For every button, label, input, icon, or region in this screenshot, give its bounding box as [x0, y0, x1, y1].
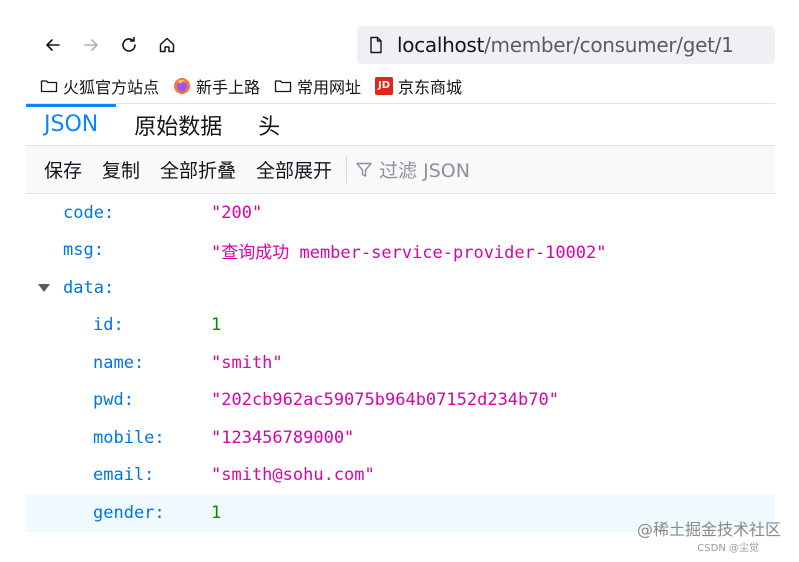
json-toolbar: 保存 复制 全部折叠 全部展开 过滤 JSON: [26, 146, 775, 194]
json-key: pwd:: [93, 390, 134, 411]
url-host: localhost: [397, 33, 485, 57]
json-key: mobile:: [93, 427, 165, 448]
json-key: gender:: [93, 502, 165, 523]
json-row-code[interactable]: code: "200": [26, 194, 775, 232]
json-key: name:: [93, 352, 145, 373]
filter-icon: [356, 162, 372, 177]
bookmark-firefox-official[interactable]: 火狐官方站点: [40, 74, 159, 98]
arrow-right-icon: [84, 39, 98, 51]
arrow-left-icon: [46, 39, 60, 51]
filter-placeholder: 过滤 JSON: [379, 160, 470, 182]
watermark: @稀土掘金技术社区: [636, 520, 781, 539]
reload-button[interactable]: [110, 28, 148, 62]
forward-button[interactable]: [72, 28, 110, 62]
json-key: code:: [63, 202, 115, 223]
bookmark-common-sites[interactable]: 常用网址: [274, 74, 361, 98]
json-row-email[interactable]: email: "smith@sohu.com": [26, 457, 775, 495]
json-row-name[interactable]: name: "smith": [26, 344, 775, 382]
browser-window: localhost/member/consumer/get/1 火狐官方站点 新…: [26, 22, 775, 536]
address-bar[interactable]: localhost/member/consumer/get/1: [357, 26, 775, 64]
firefox-icon: [173, 77, 191, 95]
json-row-id[interactable]: id: 1: [26, 307, 775, 345]
json-tree: code: "200" msg: "查询成功 member-service-pr…: [26, 194, 775, 532]
navigation-toolbar: localhost/member/consumer/get/1: [26, 22, 775, 68]
bookmark-label: 京东商城: [398, 77, 463, 97]
url-path: /member/consumer/get/1: [484, 33, 734, 57]
tab-json[interactable]: JSON: [26, 104, 117, 145]
json-value: 1: [211, 502, 222, 523]
filter-json-input[interactable]: 过滤 JSON: [355, 156, 470, 183]
back-button[interactable]: [34, 28, 72, 62]
bookmark-label: 常用网址: [297, 77, 362, 97]
jd-logo-text: JD: [375, 76, 394, 95]
expand-toggle-icon[interactable]: [38, 283, 50, 292]
json-key: msg:: [63, 240, 104, 261]
bookmark-label: 火狐官方站点: [63, 77, 160, 97]
json-row-msg[interactable]: msg: "查询成功 member-service-provider-10002…: [26, 232, 775, 270]
collapse-all-button[interactable]: 全部折叠: [150, 156, 246, 183]
save-button[interactable]: 保存: [34, 156, 92, 183]
json-value: "200": [211, 202, 263, 223]
reload-icon: [122, 36, 136, 52]
bookmarks-toolbar: 火狐官方站点 新手上路 常用网址 JD 京东商城: [26, 68, 775, 104]
json-value: "smith@sohu.com": [211, 465, 375, 486]
bookmark-getting-started[interactable]: 新手上路: [173, 74, 260, 98]
json-row-data[interactable]: data:: [26, 269, 775, 307]
tab-raw-data[interactable]: 原始数据: [116, 104, 240, 145]
toolbar-divider: [346, 156, 348, 183]
json-value: "smith": [211, 352, 283, 373]
url-text[interactable]: localhost/member/consumer/get/1: [397, 33, 734, 57]
json-value: "202cb962ac59075b964b07152d234b70": [211, 390, 559, 411]
home-button[interactable]: [148, 28, 186, 62]
json-key: data:: [63, 277, 115, 298]
json-viewer-tabs: JSON 原始数据 头: [26, 104, 775, 146]
bookmark-jd-mall[interactable]: JD 京东商城: [375, 74, 462, 98]
json-key: email:: [93, 465, 155, 486]
folder-icon: [40, 77, 58, 95]
bookmark-label: 新手上路: [196, 77, 261, 97]
json-value: "查询成功 member-service-provider-10002": [211, 242, 607, 263]
tab-headers[interactable]: 头: [240, 104, 298, 145]
json-key: id:: [93, 315, 124, 336]
json-value: "123456789000": [211, 427, 355, 448]
folder-icon: [274, 77, 292, 95]
page-icon: [370, 36, 382, 54]
watermark-sub: CSDN @尘觉: [697, 543, 759, 554]
copy-button[interactable]: 复制: [92, 156, 150, 183]
home-icon: [159, 37, 175, 53]
json-value: 1: [211, 315, 222, 336]
json-row-mobile[interactable]: mobile: "123456789000": [26, 419, 775, 457]
expand-all-button[interactable]: 全部展开: [246, 156, 342, 183]
jd-icon: JD: [375, 76, 394, 95]
json-row-pwd[interactable]: pwd: "202cb962ac59075b964b07152d234b70": [26, 382, 775, 420]
